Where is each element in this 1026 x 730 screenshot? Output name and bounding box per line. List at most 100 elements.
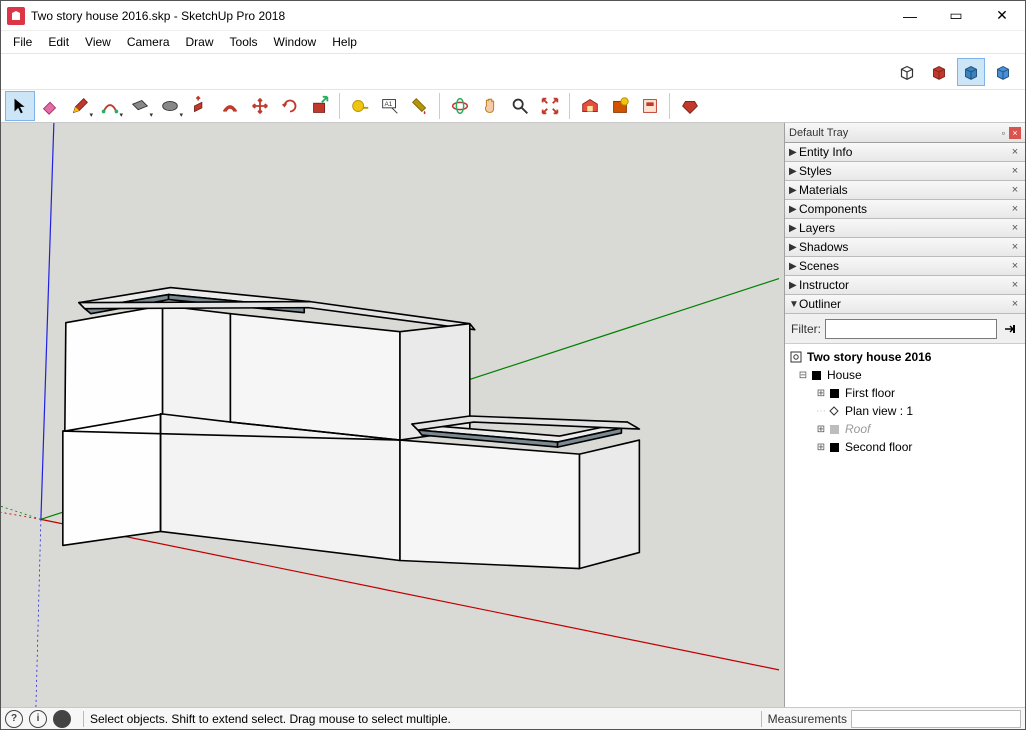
outliner-tree[interactable]: Two story house 2016 ⊟ House ⊞ First flo… xyxy=(785,344,1025,707)
tree-item-plan-view[interactable]: ⋯ Plan view : 1 xyxy=(787,402,1023,420)
panel-close-icon[interactable]: × xyxy=(1009,260,1021,272)
component-icon xyxy=(827,440,841,454)
panel-outliner[interactable]: ▼Outliner× xyxy=(785,295,1025,314)
menu-help[interactable]: Help xyxy=(324,33,365,51)
outliner-filter-row: Filter: xyxy=(785,314,1025,344)
scene-icon xyxy=(827,404,841,418)
3d-viewport[interactable] xyxy=(1,123,784,707)
pushpull-tool[interactable] xyxy=(185,91,215,121)
tree-twisty[interactable]: ⊞ xyxy=(815,424,827,435)
pan-tool[interactable] xyxy=(475,91,505,121)
rotate-tool[interactable] xyxy=(275,91,305,121)
shaded-blue2-icon[interactable] xyxy=(989,58,1017,86)
tree-item-first-floor[interactable]: ⊞ First floor xyxy=(787,384,1023,402)
panel-materials[interactable]: ▶Materials× xyxy=(785,181,1025,200)
panel-close-icon[interactable]: × xyxy=(1009,146,1021,158)
scale-tool[interactable] xyxy=(305,91,335,121)
arc-tool[interactable]: ▾ xyxy=(95,91,125,121)
tray-header[interactable]: Default Tray ▫ × xyxy=(785,123,1025,143)
move-tool[interactable] xyxy=(245,91,275,121)
component-icon xyxy=(827,386,841,400)
toolbar-separator xyxy=(669,93,671,119)
text-tool[interactable]: A1 xyxy=(375,91,405,121)
person-icon[interactable]: ● xyxy=(53,710,71,728)
work-area: Default Tray ▫ × ▶Entity Info× ▶Styles× … xyxy=(1,123,1025,707)
tree-item-roof[interactable]: ⊞ Roof xyxy=(787,420,1023,438)
menu-edit[interactable]: Edit xyxy=(40,33,77,51)
tree-item-second-floor[interactable]: ⊞ Second floor xyxy=(787,438,1023,456)
menu-draw[interactable]: Draw xyxy=(178,33,222,51)
eraser-tool[interactable] xyxy=(35,91,65,121)
wireframe-icon[interactable] xyxy=(893,58,921,86)
panel-layers[interactable]: ▶Layers× xyxy=(785,219,1025,238)
offset-tool[interactable] xyxy=(215,91,245,121)
filter-input[interactable] xyxy=(825,319,997,339)
tree-twisty[interactable]: ⊞ xyxy=(815,442,827,453)
filter-menu-icon[interactable] xyxy=(1001,320,1019,338)
pencil-tool[interactable]: ▾ xyxy=(65,91,95,121)
panel-components[interactable]: ▶Components× xyxy=(785,200,1025,219)
panel-entity-info[interactable]: ▶Entity Info× xyxy=(785,143,1025,162)
tree-twisty[interactable]: ⊞ xyxy=(815,388,827,399)
info-icon[interactable]: i xyxy=(29,710,47,728)
app-window: Two story house 2016.skp - SketchUp Pro … xyxy=(0,0,1026,730)
rectangle-tool[interactable]: ▾ xyxy=(125,91,155,121)
tree-root[interactable]: Two story house 2016 xyxy=(787,348,1023,366)
tape-tool[interactable] xyxy=(345,91,375,121)
menu-bar: File Edit View Camera Draw Tools Window … xyxy=(1,31,1025,53)
shaded-blue-icon[interactable] xyxy=(957,58,985,86)
menu-view[interactable]: View xyxy=(77,33,119,51)
shaded-red-icon[interactable] xyxy=(925,58,953,86)
tray-title: Default Tray xyxy=(789,127,1002,139)
status-hint: Select objects. Shift to extend select. … xyxy=(90,712,755,726)
minimize-button[interactable]: — xyxy=(887,1,933,31)
panel-shadows[interactable]: ▶Shadows× xyxy=(785,238,1025,257)
measurements-label: Measurements xyxy=(768,712,847,726)
default-tray: Default Tray ▫ × ▶Entity Info× ▶Styles× … xyxy=(784,123,1025,707)
pin-icon[interactable]: ▫ xyxy=(1002,128,1005,138)
main-toolbar: ▾ ▾ ▾ ▾ A1 xyxy=(1,89,1025,123)
panel-close-icon[interactable]: × xyxy=(1009,203,1021,215)
extensions-tool[interactable] xyxy=(605,91,635,121)
orbit-tool[interactable] xyxy=(445,91,475,121)
panel-close-icon[interactable]: × xyxy=(1009,165,1021,177)
menu-window[interactable]: Window xyxy=(266,33,325,51)
menu-camera[interactable]: Camera xyxy=(119,33,178,51)
outliner-body: Filter: Two story house 2016 ⊟ xyxy=(785,314,1025,707)
panel-scenes[interactable]: ▶Scenes× xyxy=(785,257,1025,276)
tree-twisty[interactable]: ⊟ xyxy=(797,370,809,381)
menu-file[interactable]: File xyxy=(5,33,40,51)
select-tool[interactable] xyxy=(5,91,35,121)
title-bar: Two story house 2016.skp - SketchUp Pro … xyxy=(1,1,1025,31)
panel-styles[interactable]: ▶Styles× xyxy=(785,162,1025,181)
toolbar-separator xyxy=(339,93,341,119)
ruby-tool[interactable] xyxy=(675,91,705,121)
circle-tool[interactable]: ▾ xyxy=(155,91,185,121)
view-mode-toolbar xyxy=(1,53,1025,89)
panel-close-icon[interactable]: × xyxy=(1009,279,1021,291)
close-button[interactable]: ✕ xyxy=(979,1,1025,31)
measurements-box[interactable] xyxy=(851,710,1021,728)
panel-close-icon[interactable]: × xyxy=(1009,298,1021,310)
svg-text:A1: A1 xyxy=(385,101,393,108)
panel-close-icon[interactable]: × xyxy=(1009,241,1021,253)
filter-label: Filter: xyxy=(791,322,821,336)
menu-tools[interactable]: Tools xyxy=(222,33,266,51)
help-icon[interactable]: ? xyxy=(5,710,23,728)
warehouse-tool[interactable] xyxy=(575,91,605,121)
model-icon xyxy=(789,350,803,364)
tree-item-house[interactable]: ⊟ House xyxy=(787,366,1023,384)
layout-tool[interactable] xyxy=(635,91,665,121)
toolbar-separator xyxy=(569,93,571,119)
paint-tool[interactable] xyxy=(405,91,435,121)
maximize-button[interactable]: ▭ xyxy=(933,1,979,31)
window-title: Two story house 2016.skp - SketchUp Pro … xyxy=(31,9,887,23)
panel-close-icon[interactable]: × xyxy=(1009,184,1021,196)
zoom-extents-tool[interactable] xyxy=(535,91,565,121)
component-icon xyxy=(827,422,841,436)
tray-close-icon[interactable]: × xyxy=(1009,127,1021,139)
panel-close-icon[interactable]: × xyxy=(1009,222,1021,234)
status-bar: ? i ● Select objects. Shift to extend se… xyxy=(1,707,1025,729)
panel-instructor[interactable]: ▶Instructor× xyxy=(785,276,1025,295)
zoom-tool[interactable] xyxy=(505,91,535,121)
